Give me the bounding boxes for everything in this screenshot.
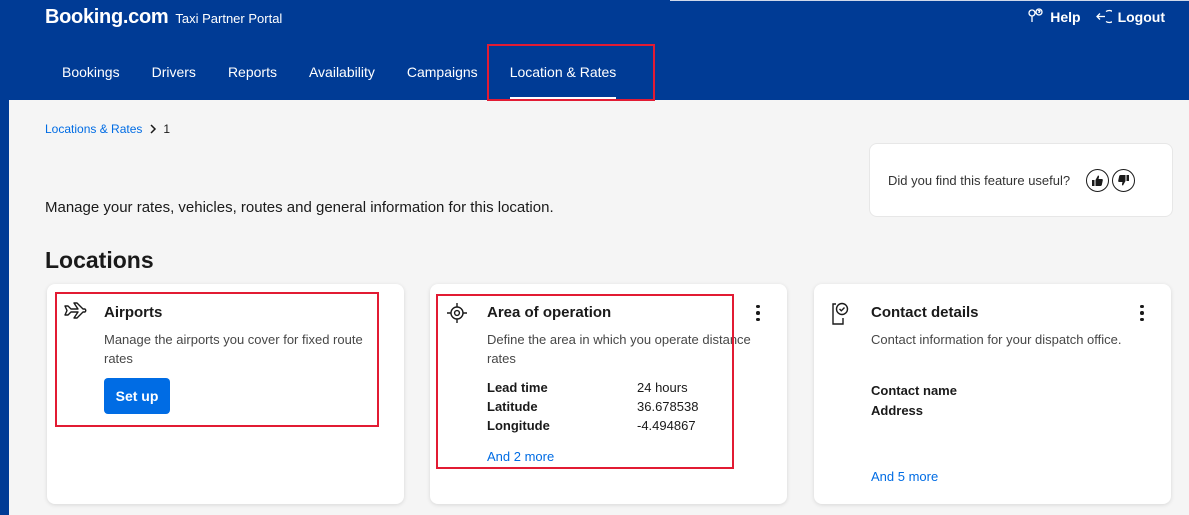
- target-icon: [447, 303, 467, 323]
- field-label: Longitude: [487, 418, 550, 433]
- contact-more-link[interactable]: And 5 more: [871, 469, 938, 484]
- card-title-airports: Airports: [104, 304, 163, 321]
- feedback-panel: Did you find this feature useful?: [869, 143, 1173, 217]
- field-value: 36.678538: [637, 399, 699, 414]
- card-desc-airports: Manage the airports you cover for fixed …: [104, 332, 363, 366]
- portal-name: Taxi Partner Portal: [175, 11, 283, 26]
- breadcrumb: Locations & Rates 1: [45, 122, 170, 136]
- field-label: Lead time: [487, 380, 548, 395]
- card-title-contact: Contact details: [871, 304, 979, 321]
- card-airports: Airports Manage the airports you cover f…: [47, 284, 404, 504]
- breadcrumb-link-locations[interactable]: Locations & Rates: [45, 122, 142, 136]
- tab-drivers[interactable]: Drivers: [136, 62, 212, 100]
- field-label: Contact name: [871, 383, 957, 398]
- more-options-icon[interactable]: [751, 303, 765, 323]
- field-value: 24 hours: [637, 380, 688, 395]
- section-title-locations: Locations: [45, 247, 154, 273]
- area-fields: Lead time 24 hours Latitude 36.678538 Lo…: [487, 380, 737, 437]
- help-icon: [1028, 8, 1043, 22]
- top-header: Booking.com Taxi Partner Portal Help Log…: [0, 0, 1189, 100]
- logout-label: Logout: [1117, 8, 1165, 25]
- top-actions: Help Logout: [1013, 8, 1165, 25]
- field-label: Latitude: [487, 399, 538, 414]
- field-row: Latitude 36.678538: [487, 399, 737, 418]
- phone-check-icon: [832, 302, 849, 325]
- logout-button[interactable]: Logout: [1095, 8, 1165, 25]
- card-area-of-operation: Area of operation Define the area in whi…: [430, 284, 787, 504]
- more-options-icon[interactable]: [1135, 303, 1149, 323]
- tab-bookings[interactable]: Bookings: [46, 62, 136, 100]
- field-row: Lead time 24 hours: [487, 380, 737, 399]
- card-title-area: Area of operation: [487, 304, 612, 321]
- main-nav: Bookings Drivers Reports Availability Ca…: [46, 62, 632, 100]
- airplane-icon: [64, 302, 87, 319]
- tab-availability[interactable]: Availability: [293, 62, 391, 100]
- tab-reports[interactable]: Reports: [212, 62, 293, 100]
- thumbs-down-icon: [1118, 174, 1130, 185]
- field-row: Longitude -4.494867: [487, 418, 737, 437]
- field-label: Address: [871, 403, 924, 418]
- thumbs-up-button[interactable]: [1086, 168, 1110, 192]
- breadcrumb-current: 1: [163, 122, 171, 136]
- setup-button[interactable]: Set up: [104, 378, 170, 414]
- chevron-right-icon: [150, 124, 157, 134]
- brand[interactable]: Booking.com Taxi Partner Portal: [45, 6, 282, 29]
- thumbs-down-button[interactable]: [1112, 168, 1136, 192]
- card-desc-area: Define the area in which you operate dis…: [487, 332, 751, 366]
- feedback-question: Did you find this feature useful?: [888, 172, 1071, 188]
- logout-icon: [1095, 9, 1112, 24]
- header-divider: [670, 0, 1189, 1]
- field-value: -4.494867: [637, 418, 696, 433]
- thumbs-up-icon: [1092, 175, 1103, 186]
- card-desc-contact: Contact information for your dispatch of…: [871, 332, 1122, 347]
- brand-logo[interactable]: Booking.com: [45, 6, 169, 29]
- help-button[interactable]: Help: [1027, 8, 1081, 25]
- area-more-link[interactable]: And 2 more: [487, 449, 554, 464]
- help-label: Help: [1050, 8, 1081, 25]
- card-contact-details: Contact details Contact information for …: [814, 284, 1171, 504]
- feedback-buttons: [1083, 168, 1136, 192]
- tab-campaigns[interactable]: Campaigns: [391, 62, 494, 100]
- page-intro: Manage your rates, vehicles, routes and …: [45, 199, 554, 216]
- tab-location-rates[interactable]: Location & Rates: [494, 62, 633, 100]
- contact-fields: Contact name Address: [871, 381, 957, 421]
